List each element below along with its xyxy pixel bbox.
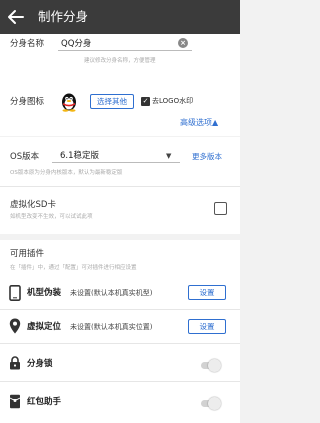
device-disguise-value: 未设置(默认本机真实机型) [70, 289, 153, 297]
phone-icon [8, 285, 22, 306]
clone-name-label: 分身名称 [10, 39, 45, 49]
advanced-options-toggle[interactable]: 高级选项▲ [180, 117, 218, 129]
clone-name-value[interactable]: QQ分身 [61, 38, 91, 50]
os-version-hint: OS版本原为分身内核版本，默认为最新稳定版 [10, 170, 123, 176]
divider [0, 381, 240, 382]
divider [0, 309, 240, 310]
clear-icon[interactable]: × [178, 38, 188, 48]
dropdown-arrow-icon[interactable]: ▼ [166, 151, 171, 161]
virtual-location-set-button[interactable]: 设置 [188, 319, 226, 334]
virtual-sd-checkbox[interactable] [214, 202, 227, 215]
os-version-value[interactable]: 6.1稳定版 [60, 150, 99, 162]
qq-penguin-icon [58, 90, 80, 112]
virtual-sd-label: 虚拟化SD卡 [10, 200, 56, 210]
red-packet-helper-title: 红包助手 [27, 397, 62, 407]
divider [0, 343, 240, 344]
plugins-hint: 在「插件」中，通过「配置」可对插件进行相应设置 [10, 265, 137, 271]
location-pin-icon [8, 318, 22, 339]
red-packet-helper-switch[interactable] [198, 397, 222, 410]
device-disguise-set-button[interactable]: 设置 [188, 285, 226, 300]
divider [0, 186, 240, 187]
virtual-location-value: 未设置(默认本机真实位置) [70, 323, 153, 331]
virtual-sd-hint: 如机型改变不生效，可以试试此项 [10, 214, 93, 220]
back-arrow-icon[interactable] [6, 9, 26, 25]
clone-lock-switch[interactable] [198, 359, 222, 372]
top-app-bar [0, 0, 240, 34]
remove-logo-checkbox[interactable]: ✓ [141, 97, 150, 106]
virtual-location-title: 虚拟定位 [27, 322, 62, 332]
clone-lock-title: 分身锁 [27, 359, 53, 369]
remove-logo-label: 去LOGO水印 [152, 97, 194, 105]
os-version-label: OS版本 [10, 152, 40, 162]
clone-icon-label: 分身图标 [10, 97, 45, 107]
page-title: 制作分身 [38, 9, 89, 24]
clone-name-hint: 建议修改分身名称，方便管理 [84, 58, 156, 64]
lock-icon [8, 356, 22, 375]
switch-knob [208, 397, 221, 410]
switch-knob [208, 359, 221, 372]
choose-other-icon-button[interactable]: 选择其他 [90, 94, 134, 109]
plugins-title: 可用插件 [10, 249, 45, 259]
red-packet-icon [8, 394, 22, 414]
more-versions-link[interactable]: 更多版本 [192, 151, 222, 163]
device-disguise-title: 机型伪装 [27, 288, 62, 298]
